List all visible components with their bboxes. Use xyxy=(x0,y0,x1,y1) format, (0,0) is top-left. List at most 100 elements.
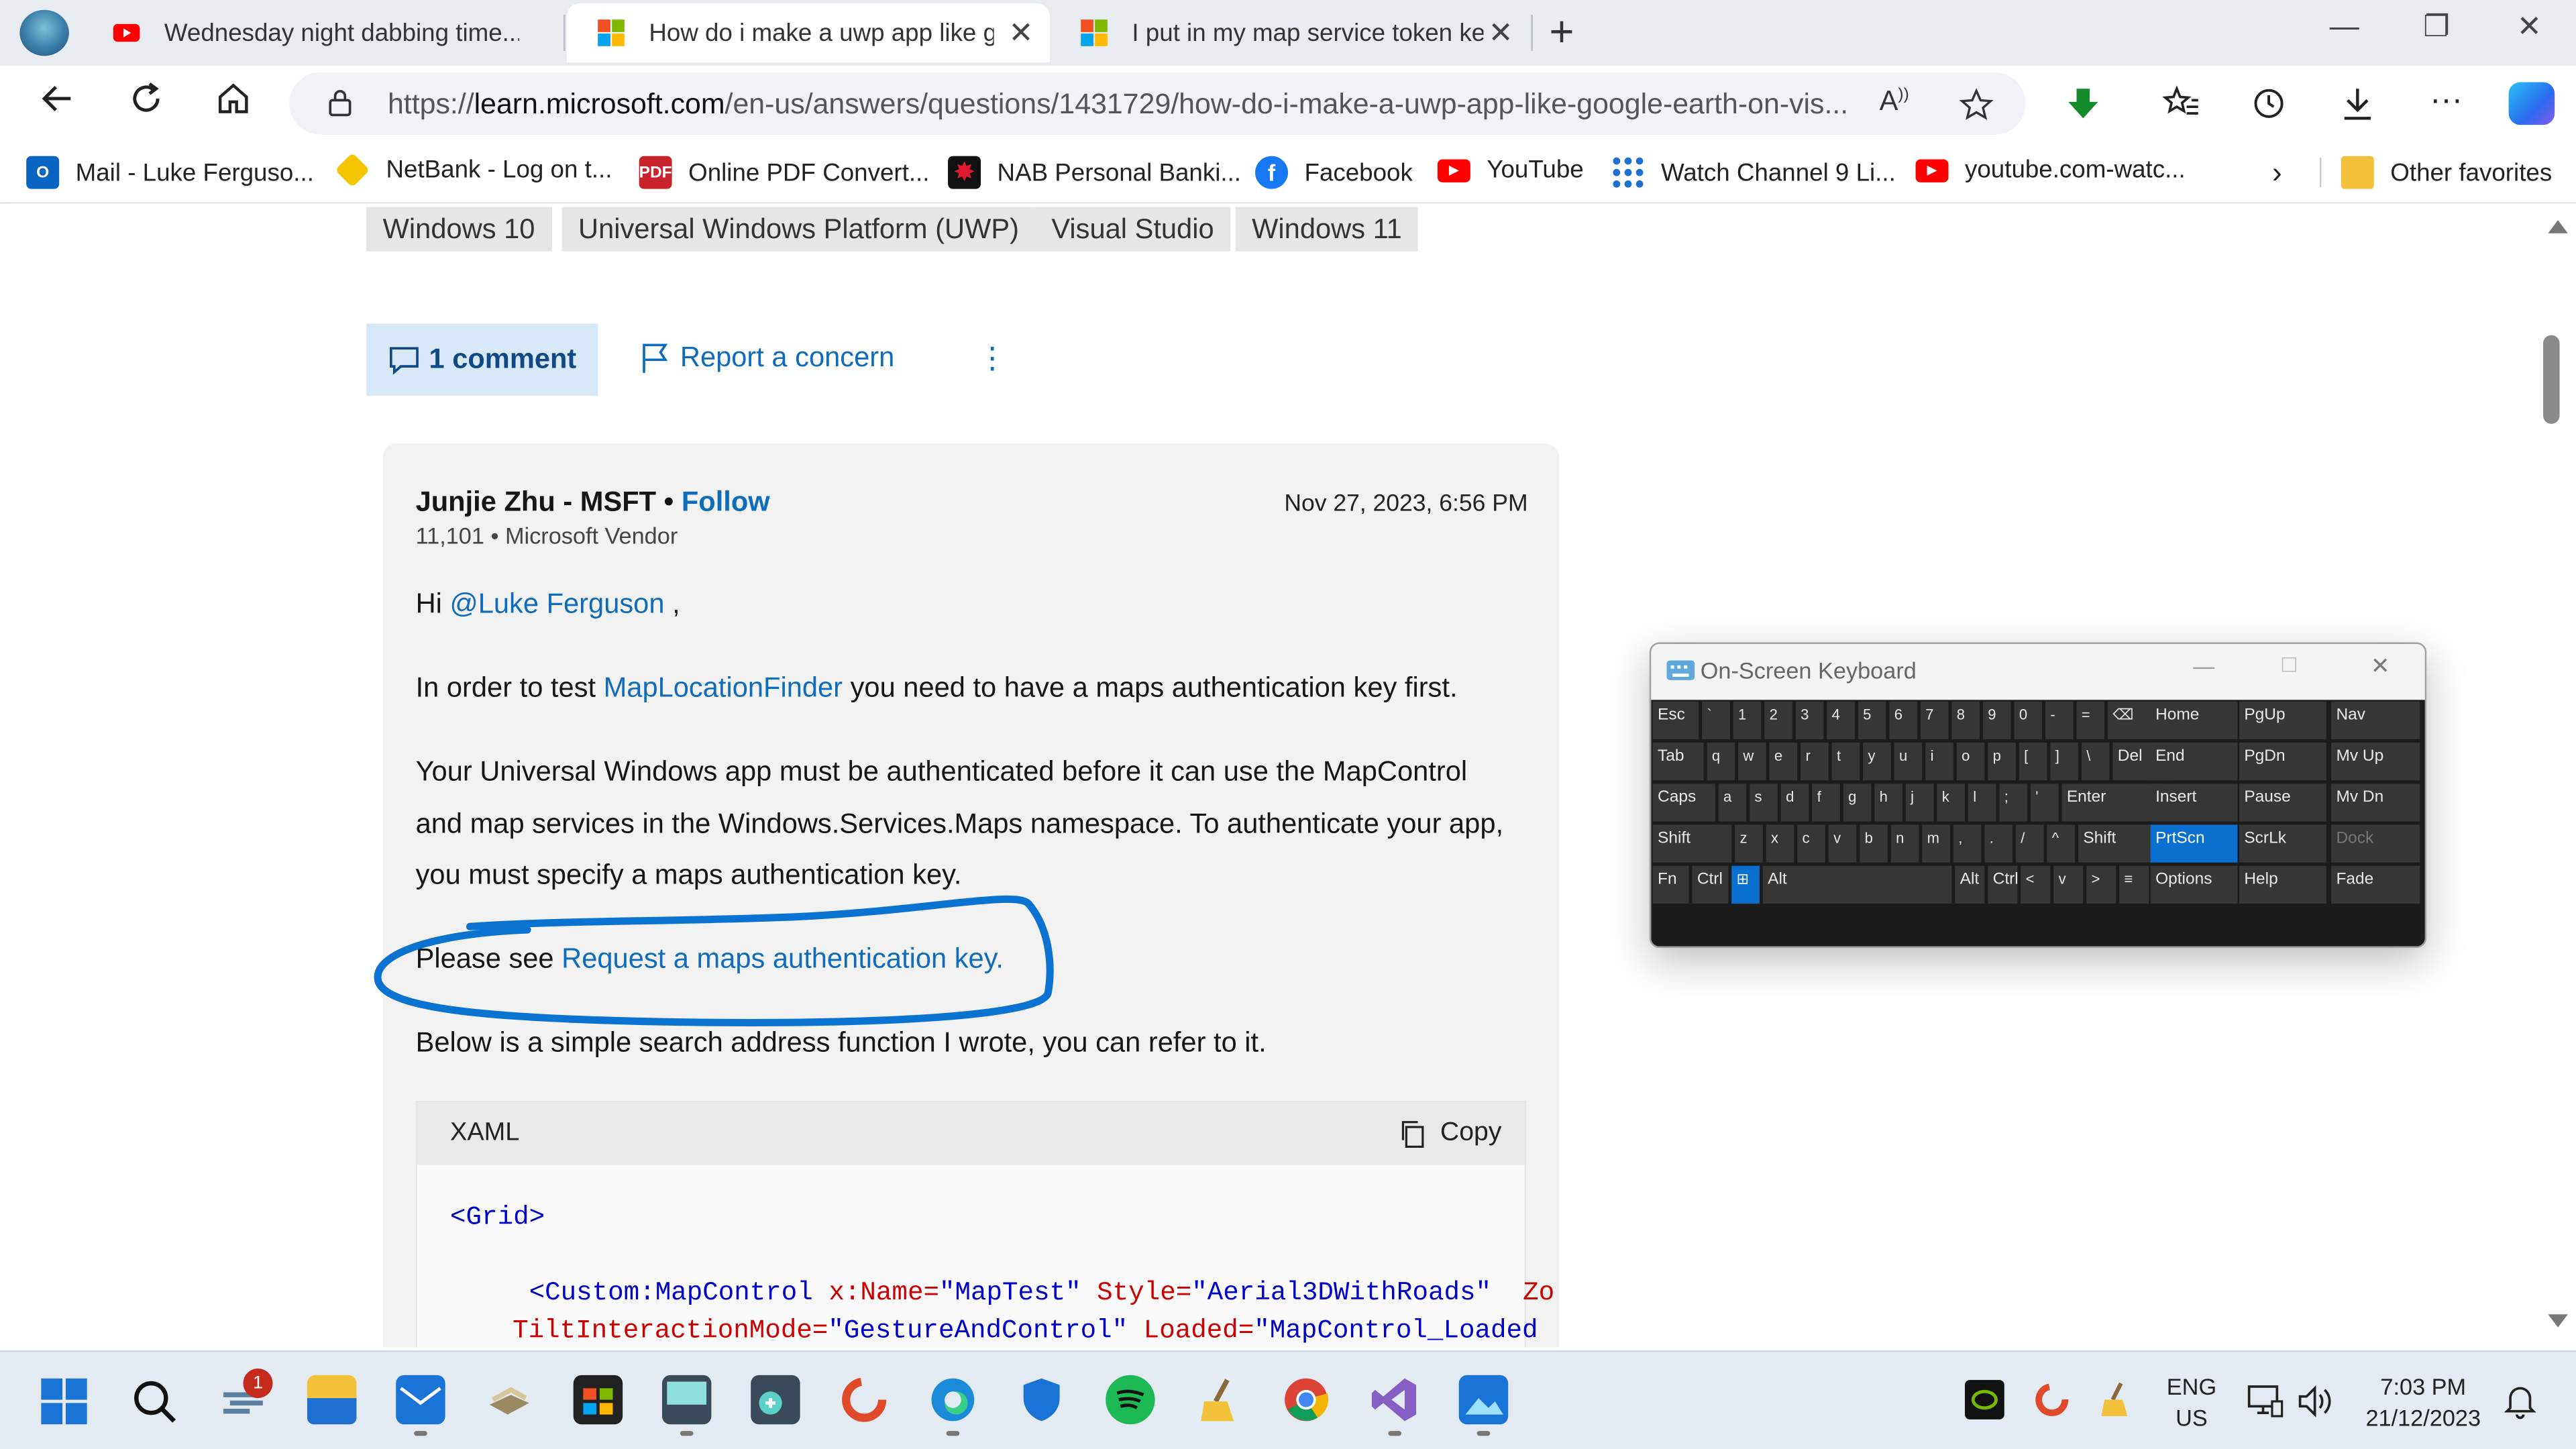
visual-studio-icon[interactable] xyxy=(1370,1375,1419,1424)
osk-key-[interactable]: - xyxy=(2045,701,2074,740)
osk-key-[interactable]: = xyxy=(2076,701,2105,740)
file-explorer-icon[interactable] xyxy=(307,1375,357,1425)
scroll-up-icon[interactable] xyxy=(2548,220,2568,233)
network-icon[interactable] xyxy=(2247,1383,2284,1419)
fav-youtube-watch[interactable]: ▶ youtube.com-watc... xyxy=(1915,156,2186,184)
fav-other-favorites[interactable]: Other favorites xyxy=(2341,156,2552,189)
cleanup-broom-icon[interactable] xyxy=(1194,1375,1243,1424)
tag-uwp[interactable]: Universal Windows Platform (UWP) xyxy=(561,207,1036,252)
restore-icon[interactable]: ❐ xyxy=(2423,10,2450,44)
osk-key-7[interactable]: 7 xyxy=(1920,701,1949,740)
osk-key-8[interactable]: 8 xyxy=(1951,701,1980,740)
osk-key-0[interactable]: 0 xyxy=(2014,701,2043,740)
osk-key-l[interactable]: l xyxy=(1968,784,1996,822)
favorite-star-icon[interactable] xyxy=(1958,87,1994,123)
osk-key-[interactable]: ] xyxy=(2050,742,2078,781)
osk-key-c[interactable]: c xyxy=(1797,824,1825,863)
fav-channel9[interactable]: Watch Channel 9 Li... xyxy=(1611,156,1896,189)
osk-key-[interactable]: ` xyxy=(1702,701,1730,740)
osk-key-[interactable]: > xyxy=(2086,865,2116,904)
language-indicator[interactable]: ENG US xyxy=(2159,1372,2224,1434)
fav-netbank[interactable]: NetBank - Log on t... xyxy=(335,152,612,188)
osk-key-j[interactable]: j xyxy=(1905,784,1934,822)
osk-key-pgdn[interactable]: PgDn xyxy=(2239,742,2326,781)
close-tab-icon[interactable]: ✕ xyxy=(1008,16,1033,50)
report-concern-link[interactable]: Report a concern xyxy=(641,341,894,374)
osk-key-[interactable]: / xyxy=(2015,824,2044,863)
osk-key-z[interactable]: z xyxy=(1735,824,1763,863)
tag-windows-11[interactable]: Windows 11 xyxy=(1235,207,1419,252)
home-icon[interactable] xyxy=(209,79,258,128)
osk-key-ctrl[interactable]: Ctrl xyxy=(1692,865,1729,904)
page-scrollbar[interactable] xyxy=(2536,203,2576,1348)
osk-key-3[interactable]: 3 xyxy=(1795,701,1824,740)
osk-key-ctrl[interactable]: Ctrl xyxy=(1988,865,2019,904)
osk-key-shift[interactable]: Shift xyxy=(1652,824,1732,863)
osk-key-k[interactable]: k xyxy=(1937,784,1966,822)
defender-shield-icon[interactable] xyxy=(1017,1375,1066,1424)
close-tab-icon[interactable]: ✕ xyxy=(1489,16,1513,50)
photos-icon[interactable] xyxy=(1458,1375,1509,1425)
osk-key-p[interactable]: p xyxy=(1988,742,2016,781)
osk-key-m[interactable]: m xyxy=(1922,824,1950,863)
osk-key-prtscn[interactable]: PrtScn xyxy=(2150,824,2238,863)
nvidia-icon[interactable] xyxy=(1965,1380,2004,1419)
osk-key-4[interactable]: 4 xyxy=(1827,701,1855,740)
osk-key-q[interactable]: q xyxy=(1707,742,1735,781)
mail-icon[interactable] xyxy=(396,1375,445,1425)
windows-start-icon[interactable] xyxy=(41,1378,87,1425)
osk-key-alt[interactable]: Alt xyxy=(1955,865,1985,904)
osk-key-t[interactable]: t xyxy=(1831,742,1860,781)
fav-pdf[interactable]: PDF Online PDF Convert... xyxy=(639,156,929,189)
more-actions-icon[interactable]: ⋮ xyxy=(977,341,1007,376)
osk-key-[interactable]: ⊞ xyxy=(1731,865,1760,904)
tag-visual-studio[interactable]: Visual Studio xyxy=(1034,207,1231,252)
fav-facebook[interactable]: f Facebook xyxy=(1255,156,1413,189)
mention-link[interactable]: @Luke Ferguson xyxy=(449,588,664,620)
microsoft-store-icon[interactable] xyxy=(573,1375,623,1425)
favorites-icon[interactable] xyxy=(2162,84,2202,123)
osk-key-help[interactable]: Help xyxy=(2239,865,2326,904)
refresh-icon[interactable] xyxy=(121,79,170,128)
tab-token[interactable]: I put in my map service token ke ✕ xyxy=(1050,3,1529,62)
osk-key-[interactable]: ≡ xyxy=(2119,865,2149,904)
osk-key-b[interactable]: b xyxy=(1860,824,1888,863)
minimize-icon[interactable]: — xyxy=(2330,10,2359,44)
spotify-icon[interactable] xyxy=(1106,1375,1155,1425)
osk-key-1[interactable]: 1 xyxy=(1733,701,1762,740)
osk-key-[interactable]: < xyxy=(2021,865,2051,904)
osk-key-v[interactable]: v xyxy=(2053,865,2084,904)
magnifier-icon[interactable] xyxy=(751,1375,800,1425)
osk-key-home[interactable]: Home xyxy=(2150,701,2238,740)
osk-key-6[interactable]: 6 xyxy=(1889,701,1917,740)
osk-key-mv-up[interactable]: Mv Up xyxy=(2331,742,2420,781)
osk-key-[interactable]: . xyxy=(1984,824,2013,863)
comment-button[interactable]: 1 comment xyxy=(366,323,598,396)
osk-key-h[interactable]: h xyxy=(1874,784,1902,822)
osk-key-[interactable]: ; xyxy=(1999,784,2028,822)
new-tab-icon[interactable]: + xyxy=(1549,7,1574,58)
osk-key-s[interactable]: s xyxy=(1750,784,1778,822)
app-scanner-icon[interactable] xyxy=(484,1375,533,1424)
osk-key-fade[interactable]: Fade xyxy=(2331,865,2420,904)
osk-key-e[interactable]: e xyxy=(1769,742,1798,781)
edge-icon[interactable] xyxy=(928,1375,977,1424)
osk-key-2[interactable]: 2 xyxy=(1764,701,1792,740)
osk-key-[interactable]: ' xyxy=(2030,784,2059,822)
tag-windows-10[interactable]: Windows 10 xyxy=(366,207,551,252)
fav-youtube[interactable]: ▶ YouTube xyxy=(1437,156,1584,184)
osk-key-insert[interactable]: Insert xyxy=(2150,784,2238,822)
follow-link[interactable]: Follow xyxy=(682,486,770,518)
osk-key-caps[interactable]: Caps xyxy=(1652,784,1715,822)
osk-key-v[interactable]: v xyxy=(1828,824,1857,863)
osk-key-[interactable]: ^ xyxy=(2047,824,2076,863)
chevron-right-icon[interactable]: › xyxy=(2272,156,2282,191)
osk-key-r[interactable]: r xyxy=(1801,742,1829,781)
profile-avatar[interactable] xyxy=(19,9,69,56)
minimize-icon[interactable]: — xyxy=(2193,654,2214,679)
volume-icon[interactable] xyxy=(2297,1383,2337,1419)
history-icon[interactable] xyxy=(2249,84,2289,123)
osk-key-x[interactable]: x xyxy=(1766,824,1794,863)
osk-key-a[interactable]: a xyxy=(1718,784,1747,822)
osk-key-nav[interactable]: Nav xyxy=(2331,701,2420,740)
